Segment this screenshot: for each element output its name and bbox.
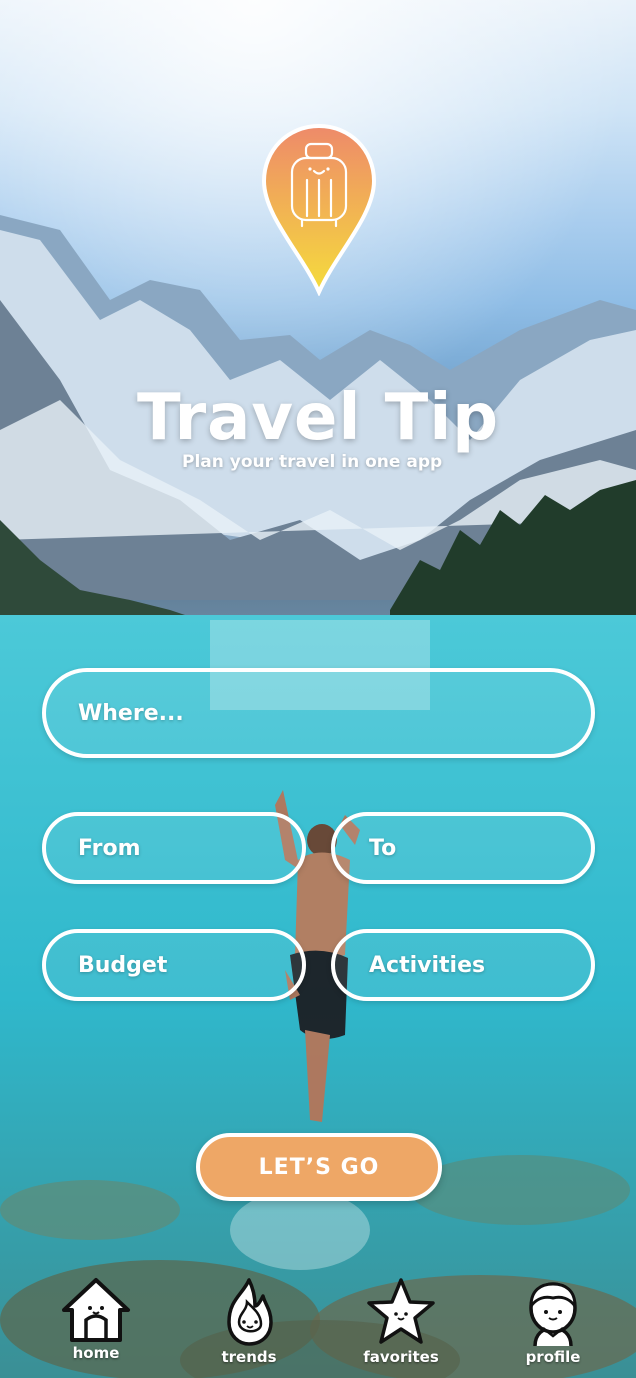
- nav-label-profile: profile: [525, 1348, 581, 1366]
- activities-input[interactable]: Activities: [331, 929, 595, 1001]
- where-placeholder: Where...: [78, 700, 184, 726]
- activities-placeholder: Activities: [369, 952, 486, 978]
- suitcase-pin-logo-icon: [262, 124, 376, 296]
- budget-input[interactable]: Budget: [42, 929, 306, 1001]
- lets-go-button[interactable]: LET’S GO: [196, 1133, 442, 1201]
- from-date-input[interactable]: From: [42, 812, 306, 884]
- person-icon: [529, 1282, 577, 1347]
- star-icon: [367, 1278, 435, 1344]
- to-date-input[interactable]: To: [331, 812, 595, 884]
- app-screen: Travel Tip Plan your travel in one app W…: [0, 0, 636, 1378]
- nav-item-home[interactable]: home: [41, 1274, 151, 1362]
- to-placeholder: To: [369, 835, 397, 861]
- from-placeholder: From: [78, 835, 141, 861]
- nav-item-trends[interactable]: trends: [194, 1276, 304, 1366]
- app-title: Travel Tip: [136, 381, 500, 455]
- lets-go-label: LET’S GO: [258, 1154, 380, 1180]
- flame-icon: [227, 1278, 273, 1346]
- nav-item-favorites[interactable]: favorites: [346, 1276, 456, 1366]
- nav-item-profile[interactable]: profile: [498, 1276, 608, 1366]
- nav-label-home: home: [72, 1344, 120, 1362]
- where-input[interactable]: Where...: [42, 668, 595, 758]
- nav-label-trends: trends: [221, 1348, 277, 1366]
- title-block: Travel Tip: [0, 380, 636, 456]
- home-icon: [62, 1278, 130, 1342]
- nav-label-favorites: favorites: [363, 1348, 439, 1366]
- budget-placeholder: Budget: [78, 952, 168, 978]
- app-subtitle: Plan your travel in one app: [182, 452, 443, 472]
